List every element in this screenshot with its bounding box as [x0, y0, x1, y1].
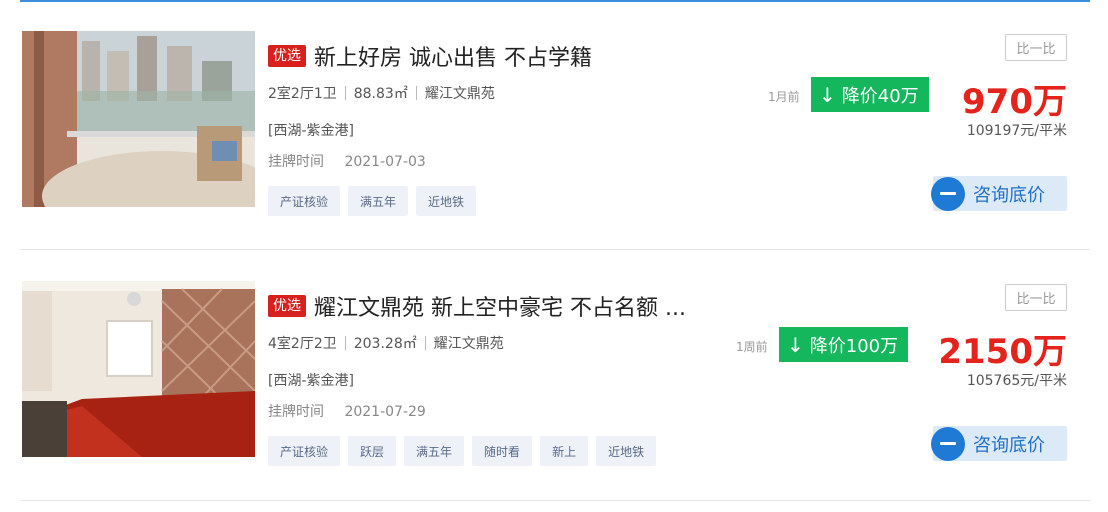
tag: 新上 [540, 436, 589, 466]
floor-area: 88.83㎡ [353, 86, 408, 102]
consult-price-button[interactable]: 咨询底价 [931, 426, 1067, 461]
listed-label: 挂牌时间 [268, 154, 324, 170]
tag: 随时看 [472, 436, 533, 466]
district: [西湖-紫金港] [268, 123, 354, 139]
compare-button[interactable]: 比一比 [1005, 34, 1067, 61]
tag: 近地铁 [596, 436, 657, 466]
divider [344, 86, 346, 100]
price-drop-badge: ↓ 降价40万 [811, 77, 929, 112]
down-arrow-icon: ↓ [819, 82, 836, 107]
chat-bubble-icon [931, 176, 965, 211]
unit-price: 105765元/平米 [966, 373, 1067, 389]
community-name[interactable]: 耀江文鼎苑 [434, 333, 504, 353]
listing-date-row: 挂牌时间 2021-07-03 [268, 151, 426, 171]
compare-button[interactable]: 比一比 [1005, 284, 1067, 311]
chat-bubble-icon [931, 426, 965, 461]
total-price: 970万 [962, 82, 1067, 122]
listing-title[interactable]: 新上好房 诚心出售 不占学籍 [314, 40, 592, 72]
top-accent-line [20, 0, 1090, 2]
divider [424, 336, 426, 350]
room-layout: 4室2厅2卫 [268, 336, 337, 352]
row-divider [20, 249, 1090, 250]
listing-photo[interactable] [22, 281, 255, 457]
featured-badge: 优选 [268, 45, 306, 67]
tag: 产证核验 [268, 186, 341, 216]
floor-area: 203.28㎡ [353, 336, 417, 352]
listed-date: 2021-07-29 [344, 404, 426, 420]
community-name[interactable]: 耀江文鼎苑 [425, 83, 495, 103]
down-arrow-icon: ↓ [787, 332, 804, 357]
consult-label: 咨询底价 [973, 434, 1045, 456]
listing-title[interactable]: 耀江文鼎苑 新上空中豪宅 不占名额 ... [314, 290, 686, 322]
tag: 产证核验 [268, 436, 341, 466]
price-drop-badge: ↓ 降价100万 [779, 327, 909, 362]
tag-list: 产证核验 满五年 近地铁 [268, 186, 477, 216]
unit-price: 109197元/平米 [966, 123, 1067, 139]
divider [344, 336, 346, 350]
tag: 满五年 [404, 436, 465, 466]
listing-meta: 2室2厅1卫 88.83㎡ 耀江文鼎苑 [268, 83, 495, 103]
tag-list: 产证核验 跃层 满五年 随时看 新上 近地铁 [268, 436, 657, 466]
listing-card[interactable]: 优选 新上好房 诚心出售 不占学籍 2室2厅1卫 88.83㎡ 耀江文鼎苑 [西… [0, 8, 1108, 258]
price-drop-label: 降价100万 [809, 335, 899, 357]
listed-label: 挂牌时间 [268, 404, 324, 420]
tag: 近地铁 [416, 186, 477, 216]
listing-date-row: 挂牌时间 2021-07-29 [268, 401, 426, 421]
listing-card[interactable]: 优选 耀江文鼎苑 新上空中豪宅 不占名额 ... 4室2厅2卫 203.28㎡ … [0, 258, 1108, 508]
consult-price-button[interactable]: 咨询底价 [931, 176, 1067, 211]
divider [415, 86, 417, 100]
drop-time: 1周前 [736, 340, 768, 354]
total-price: 2150万 [938, 332, 1067, 372]
room-layout: 2室2厅1卫 [268, 86, 337, 102]
price-drop-label: 降价40万 [841, 85, 919, 107]
listing-meta: 4室2厅2卫 203.28㎡ 耀江文鼎苑 [268, 333, 504, 353]
listing-photo[interactable] [22, 31, 255, 207]
drop-time: 1月前 [768, 90, 800, 104]
district: [西湖-紫金港] [268, 373, 354, 389]
tag: 满五年 [348, 186, 409, 216]
tag: 跃层 [348, 436, 397, 466]
listed-date: 2021-07-03 [344, 154, 426, 170]
row-divider [20, 500, 1090, 501]
consult-label: 咨询底价 [973, 184, 1045, 206]
featured-badge: 优选 [268, 295, 306, 317]
